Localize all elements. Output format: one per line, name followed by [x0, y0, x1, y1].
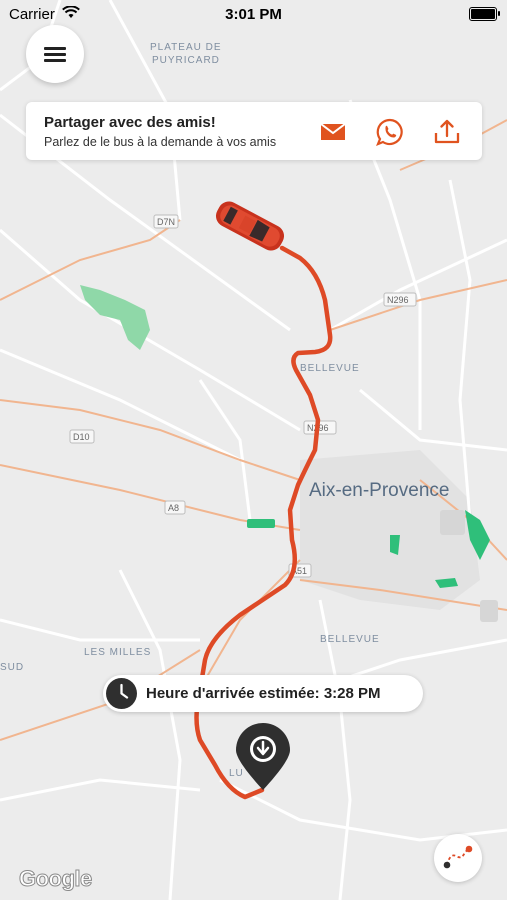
share-subtitle: Parlez de le bus à la demande à vos amis	[44, 135, 277, 149]
clock-icon	[106, 678, 137, 709]
share-card: Partager avec des amis! Parlez de le bus…	[26, 102, 482, 160]
label-aix: Aix-en-Provence	[309, 480, 449, 501]
battery-icon	[469, 7, 500, 21]
label-bellevue-south: BELLEVUE	[320, 634, 380, 645]
label-les-milles: LES MILLES	[84, 647, 151, 658]
road-label-d10: D10	[73, 432, 90, 442]
label-plateau-2: PUYRICARD	[152, 55, 220, 66]
share-icon[interactable]	[432, 117, 462, 147]
whatsapp-icon[interactable]	[375, 117, 405, 147]
status-bar: Carrier 3:01 PM	[0, 0, 507, 28]
share-title: Partager avec des amis!	[44, 114, 216, 131]
mail-icon[interactable]	[318, 117, 348, 147]
label-lu: LU	[229, 768, 244, 779]
route-icon	[443, 845, 473, 869]
eta-pill: Heure d'arrivée estimée: 3:28 PM	[103, 675, 423, 712]
label-sud: SUD	[0, 662, 24, 673]
status-time: 3:01 PM	[225, 6, 282, 23]
label-bellevue-north: BELLEVUE	[300, 363, 360, 374]
hamburger-icon	[44, 47, 66, 50]
label-plateau-1: PLATEAU DE	[150, 42, 222, 53]
google-logo: Google	[19, 866, 93, 892]
route-overview-button[interactable]	[434, 834, 482, 882]
road-label-d7n: D7N	[157, 217, 175, 227]
eta-text: Heure d'arrivée estimée: 3:28 PM	[146, 685, 381, 702]
road-label-a8: A8	[168, 503, 179, 513]
menu-button[interactable]	[26, 25, 84, 83]
road-label-n296-east: N296	[387, 295, 409, 305]
